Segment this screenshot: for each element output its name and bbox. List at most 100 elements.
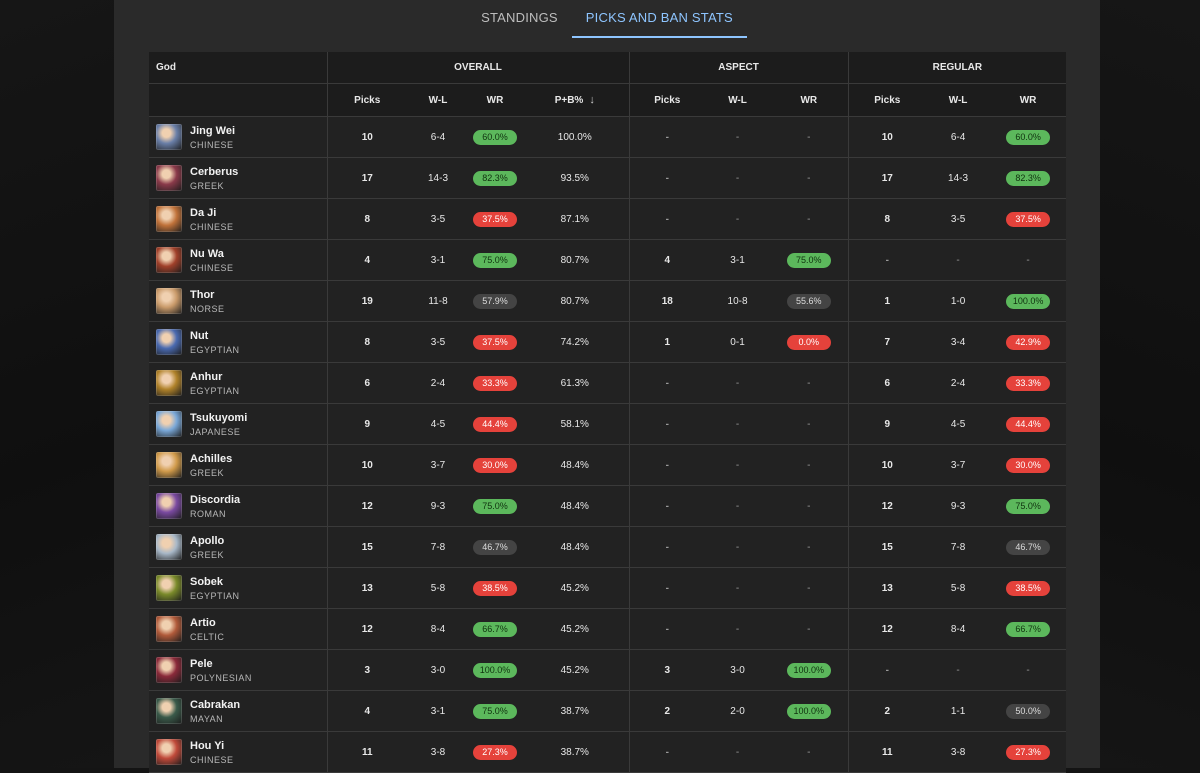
aspect-wr-cell: 100.0% xyxy=(770,690,849,732)
god-avatar xyxy=(156,739,182,765)
table-row[interactable]: Nut EGYPTIAN 8 3-5 37.5% 74.2% 1 0-1 0.0% 7 3-4 42.… xyxy=(149,321,1067,363)
god-avatar xyxy=(156,657,182,683)
winrate-badge: 37.5% xyxy=(473,334,517,350)
god-name: Cabrakan xyxy=(190,698,241,711)
god-pantheon: ROMAN xyxy=(190,508,226,519)
god-avatar xyxy=(156,452,182,478)
overall-wr-header[interactable]: WR xyxy=(469,83,521,117)
overall-picks-cell: 9 xyxy=(326,403,407,445)
god-text: Tsukuyomi JAPANESE xyxy=(190,411,247,438)
overall-wl-header[interactable]: W-L xyxy=(407,83,469,117)
god-pantheon: NORSE xyxy=(190,303,225,314)
aspect-wl-cell: 2-0 xyxy=(705,690,771,732)
regular-wr-cell: 37.5% xyxy=(990,198,1067,240)
overall-wr-cell: 82.3% xyxy=(469,157,521,199)
overall-picks-cell: 12 xyxy=(326,608,407,650)
god-pantheon: EGYPTIAN xyxy=(190,590,240,601)
overall-wr-cell: 60.0% xyxy=(469,116,521,158)
god-column-header[interactable]: God xyxy=(149,52,327,84)
table-row[interactable]: Pele POLYNESIAN 3 3-0 100.0% 45.2% 3 3-0 100.0% -… xyxy=(149,649,1067,691)
god-pantheon: GREEK xyxy=(190,549,225,560)
aspect-picks-cell: - xyxy=(628,198,706,240)
god-text: Apollo GREEK xyxy=(190,534,224,561)
winrate-badge: 38.5% xyxy=(473,580,517,596)
overall-wl-cell: 2-4 xyxy=(407,362,469,404)
god-text: Cabrakan MAYAN xyxy=(190,698,240,725)
winrate-badge: 42.9% xyxy=(1006,334,1051,350)
table-row[interactable]: Thor NORSE 19 11-8 57.9% 80.7% 18 10-8 55.6% 1 1-0… xyxy=(149,280,1067,322)
winrate-badge: 75.0% xyxy=(786,252,831,268)
table-row[interactable]: Achilles GREEK 10 3-7 30.0% 48.4% - - -10 3-7 30.0… xyxy=(149,444,1067,486)
tab-picks-and-ban-stats[interactable]: PICKS AND BAN STATS xyxy=(571,0,747,38)
overall-wr-cell: 27.3% xyxy=(469,731,521,773)
god-info: Anhur EGYPTIAN xyxy=(156,370,327,397)
overall-pb-cell: 80.7% xyxy=(521,280,630,322)
regular-wr-header[interactable]: WR xyxy=(990,83,1067,117)
winrate-badge: 44.4% xyxy=(473,416,517,432)
overall-picks-cell: 4 xyxy=(326,690,407,732)
table-row[interactable]: Apollo GREEK 15 7-8 46.7% 48.4% - - -15 7-8 46.7% xyxy=(149,526,1067,568)
table-row[interactable]: Artio CELTIC 12 8-4 66.7% 45.2% - - -12 8-4 66.7% xyxy=(149,608,1067,650)
god-pantheon: GREEK xyxy=(190,180,225,191)
table-row[interactable]: Nu Wa CHINESE 4 3-1 75.0% 80.7% 4 3-1 75.0% - - - xyxy=(149,239,1067,281)
overall-pb-cell: 100.0% xyxy=(521,116,630,158)
aspect-wl-cell: 10-8 xyxy=(705,280,771,322)
table-row[interactable]: Da Ji CHINESE 8 3-5 37.5% 87.1% - - -8 3-5 37.5% xyxy=(149,198,1067,240)
table-row[interactable]: Jing Wei CHINESE 10 6-4 60.0% 100.0% - - -10 6-4 6… xyxy=(149,116,1067,158)
aspect-picks-header[interactable]: Picks xyxy=(628,83,706,117)
aspect-picks-cell: - xyxy=(628,157,706,199)
aspect-picks-cell: 3 xyxy=(628,649,706,691)
god-cell: Nu Wa CHINESE xyxy=(149,239,327,281)
aspect-wl-header[interactable]: W-L xyxy=(705,83,771,117)
overall-wr-cell: 30.0% xyxy=(469,444,521,486)
header-column-row: Picks W-L WR P+B% ↓ Picks W-L WR Picks W-… xyxy=(149,83,1067,117)
regular-wl-cell: 3-7 xyxy=(926,444,991,486)
page-backdrop-left xyxy=(0,0,114,768)
regular-wl-cell: - xyxy=(926,239,991,281)
aspect-wr-cell: - xyxy=(770,608,849,650)
winrate-badge: 30.0% xyxy=(473,457,517,473)
table-row[interactable]: Anhur EGYPTIAN 6 2-4 33.3% 61.3% - - -6 2-4 33.3% xyxy=(149,362,1067,404)
table-row[interactable]: Tsukuyomi JAPANESE 9 4-5 44.4% 58.1% - - -9 4-5 44… xyxy=(149,403,1067,445)
god-pantheon: CHINESE xyxy=(190,139,234,150)
aspect-wr-cell: 55.6% xyxy=(770,280,849,322)
god-pantheon: CHINESE xyxy=(190,754,234,765)
overall-wr-cell: 44.4% xyxy=(469,403,521,445)
god-name: Da Ji xyxy=(190,206,217,219)
table-row[interactable]: Cerberus GREEK 17 14-3 82.3% 93.5% - - -17 14-3 82… xyxy=(149,157,1067,199)
god-text: Da Ji CHINESE xyxy=(190,206,234,233)
aspect-wl-cell: - xyxy=(705,567,771,609)
regular-picks-header[interactable]: Picks xyxy=(847,83,927,117)
overall-wl-cell: 11-8 xyxy=(407,280,469,322)
overall-picks-cell: 17 xyxy=(326,157,407,199)
aspect-wr-cell: 75.0% xyxy=(770,239,849,281)
god-name: Discordia xyxy=(190,493,241,506)
overall-wl-cell: 3-7 xyxy=(407,444,469,486)
god-pantheon: EGYPTIAN xyxy=(190,385,240,396)
regular-wr-cell: 100.0% xyxy=(990,280,1067,322)
god-cell: Nut EGYPTIAN xyxy=(149,321,327,363)
overall-wl-cell: 9-3 xyxy=(407,485,469,527)
god-cell: Apollo GREEK xyxy=(149,526,327,568)
regular-wr-cell: 27.3% xyxy=(990,731,1067,773)
table-row[interactable]: Discordia ROMAN 12 9-3 75.0% 48.4% - - -12 9-3 75.… xyxy=(149,485,1067,527)
winrate-badge: 60.0% xyxy=(473,129,517,145)
aspect-wr-header[interactable]: WR xyxy=(770,83,849,117)
table-row[interactable]: Hou Yi CHINESE 11 3-8 27.3% 38.7% - - -11 3-8 27.3… xyxy=(149,731,1067,773)
overall-pb-cell: 48.4% xyxy=(521,526,630,568)
table-row[interactable]: Sobek EGYPTIAN 13 5-8 38.5% 45.2% - - -13 5-8 38.5… xyxy=(149,567,1067,609)
overall-picks-header[interactable]: Picks xyxy=(326,83,407,117)
stats-panel: STANDINGS PICKS AND BAN STATS God OVERAL… xyxy=(114,0,1100,773)
winrate-badge: 82.3% xyxy=(1006,170,1051,186)
overall-pb-header[interactable]: P+B% ↓ xyxy=(521,83,630,117)
tab-bar: STANDINGS PICKS AND BAN STATS xyxy=(114,0,1100,38)
tab-standings[interactable]: STANDINGS xyxy=(467,0,572,38)
overall-pb-cell: 58.1% xyxy=(521,403,630,445)
picks-bans-table: God OVERALL ASPECT REGULAR Picks W-L WR … xyxy=(149,52,1067,773)
overall-wl-cell: 3-5 xyxy=(407,321,469,363)
table-row[interactable]: Cabrakan MAYAN 4 3-1 75.0% 38.7% 2 2-0 100.0% 2 1-… xyxy=(149,690,1067,732)
god-cell: Cabrakan MAYAN xyxy=(149,690,327,732)
god-info: Sobek EGYPTIAN xyxy=(156,575,327,602)
regular-wl-header[interactable]: W-L xyxy=(926,83,991,117)
page-backdrop-right xyxy=(1100,0,1200,768)
